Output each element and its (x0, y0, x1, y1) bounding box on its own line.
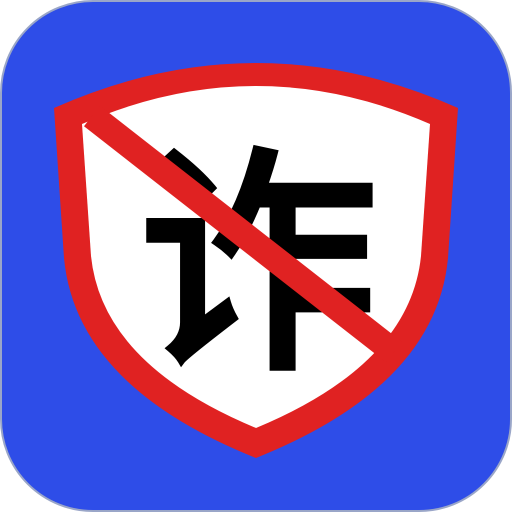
app-icon[interactable]: 诈 (0, 0, 512, 512)
app-icon-graphic: 诈 (0, 0, 512, 512)
